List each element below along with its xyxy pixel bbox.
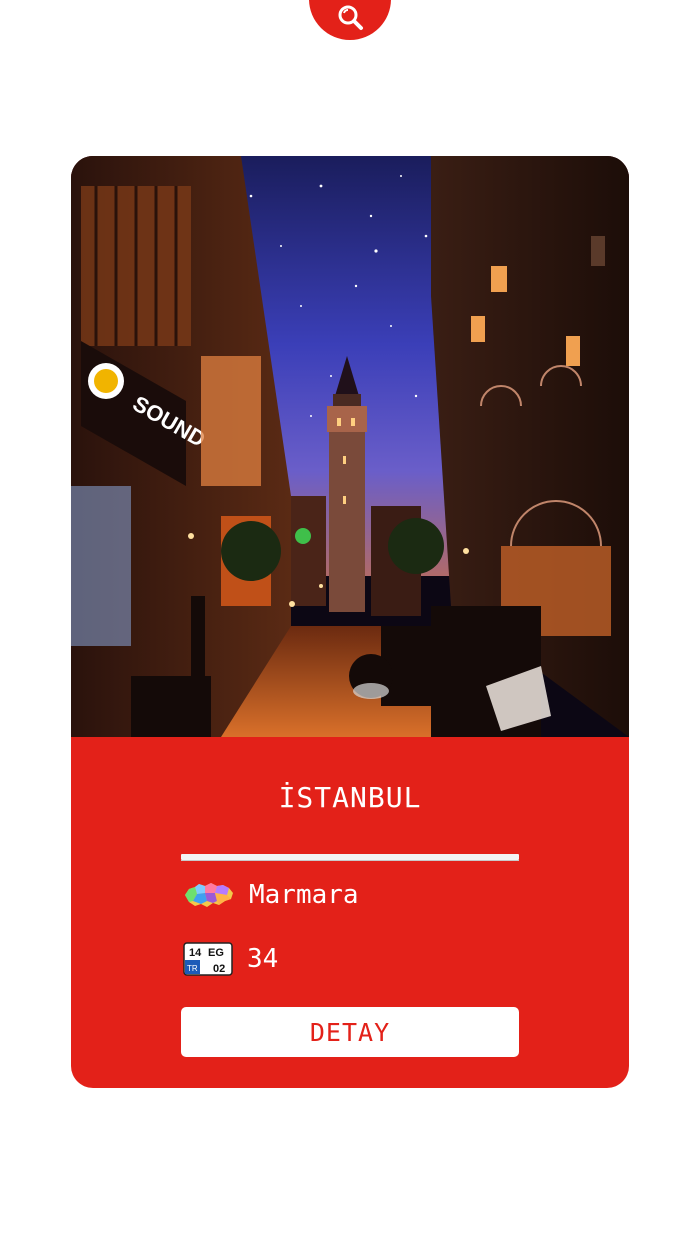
plate-code: 34 [247,944,279,974]
city-card: SOUND İSTANBUL Marmara 14 EG TR 02 34 DE… [71,156,629,1088]
galata-tower-photo: SOUND [71,156,629,737]
plate-icon-bottom-right: 02 [213,963,225,975]
plate-row: 14 EG TR 02 34 [183,941,278,977]
plate-icon-top-left: 14 [189,947,202,959]
city-photo: SOUND [71,156,629,737]
search-button[interactable] [309,0,391,40]
city-info-panel: İSTANBUL Marmara 14 EG TR 02 34 DETAY [71,737,629,1088]
license-plate-icon: 14 EG TR 02 [183,942,233,976]
city-name: İSTANBUL [278,781,422,814]
plate-icon-top-right: EG [208,947,224,959]
plate-icon-country: TR [187,964,198,973]
search-icon [338,5,363,30]
turkey-regions-map-icon [185,883,233,907]
detail-button[interactable]: DETAY [181,1007,519,1057]
divider [181,854,519,861]
region-name: Marmara [249,880,359,910]
region-row: Marmara [183,877,359,913]
city-card-screen: SOUND İSTANBUL Marmara 14 EG TR 02 34 DE… [0,0,700,1244]
